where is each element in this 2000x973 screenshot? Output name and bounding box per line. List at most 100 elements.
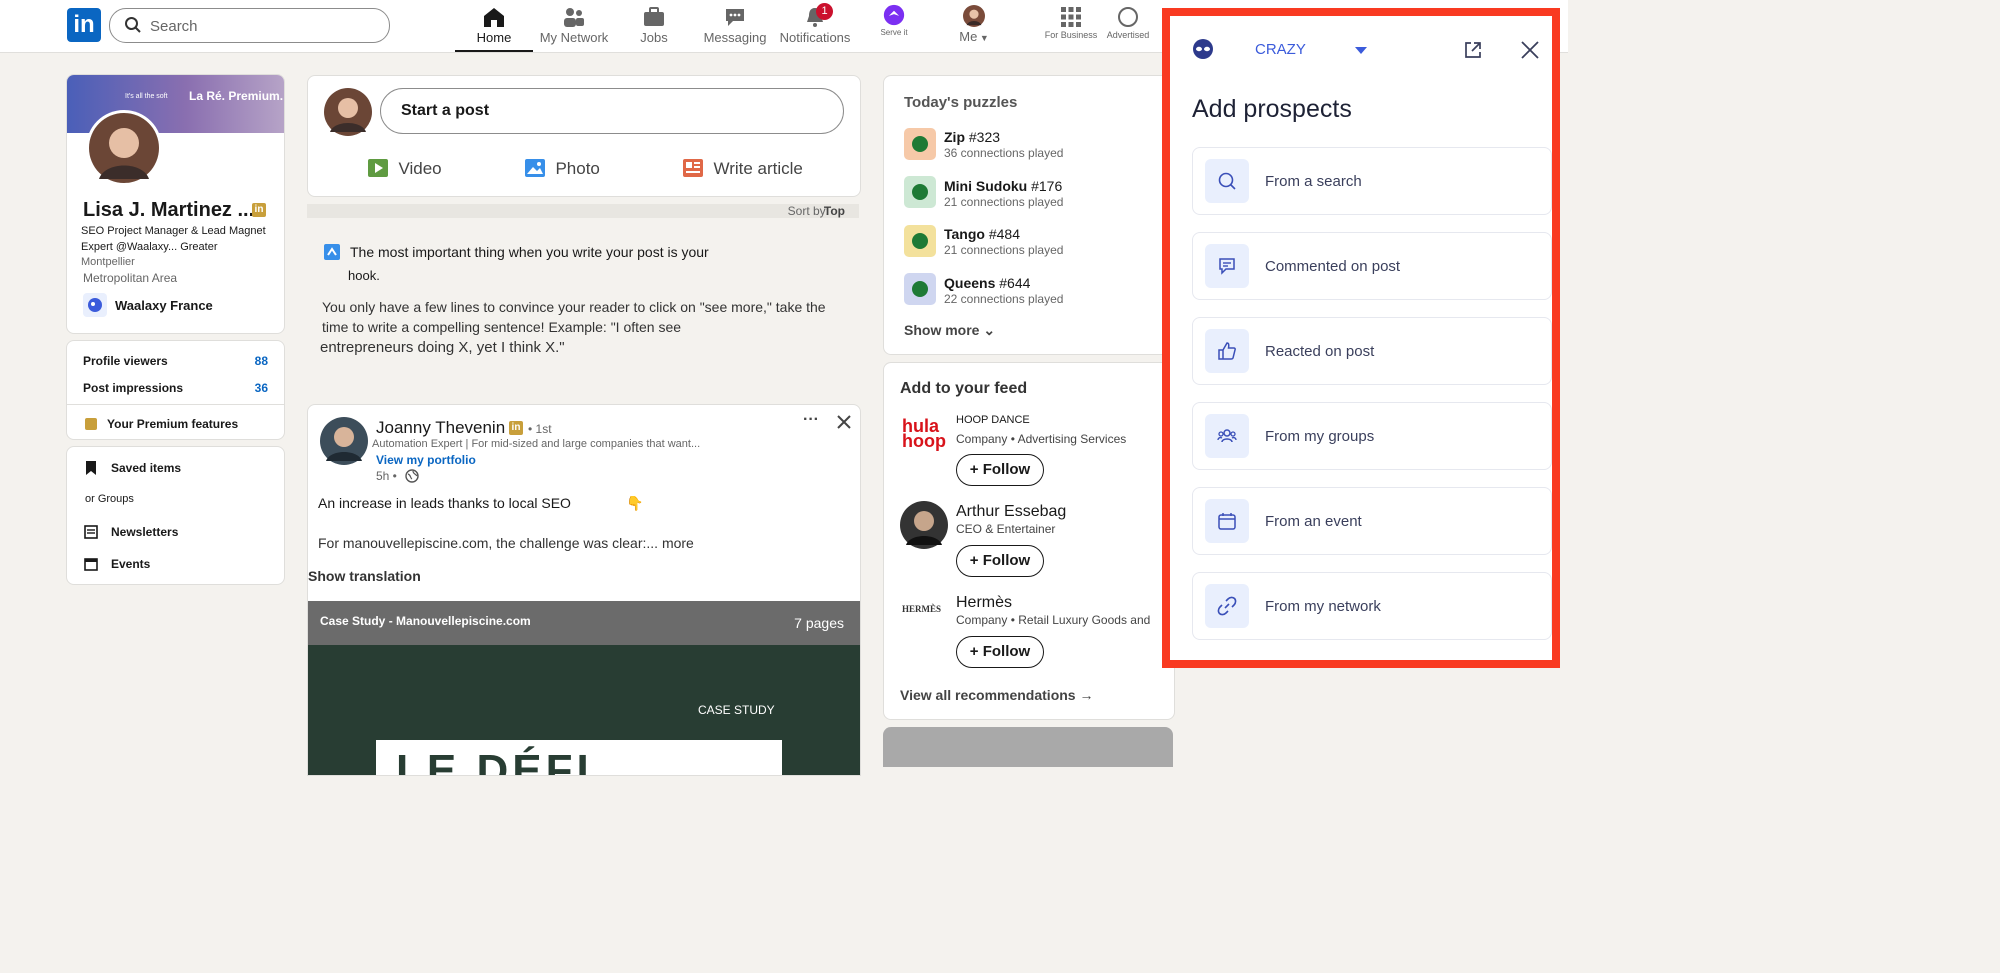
- premium-features-link[interactable]: Your Premium features: [107, 417, 238, 431]
- globe-icon: [405, 469, 419, 483]
- start-post-button[interactable]: Start a post: [380, 88, 844, 134]
- option-from-my-network[interactable]: From my network: [1192, 572, 1552, 640]
- events-link[interactable]: Events: [111, 557, 150, 571]
- nav-my-network[interactable]: My Network: [538, 0, 610, 50]
- option-commented-on-post[interactable]: Commented on post: [1192, 232, 1552, 300]
- puzzle-number: #323: [968, 129, 1001, 145]
- write-article-button[interactable]: Write article: [683, 159, 803, 179]
- puzzle-name: Queens: [944, 275, 996, 291]
- grid-apps-icon: [1061, 7, 1081, 27]
- article-icon: [683, 159, 703, 177]
- post-impressions-label[interactable]: Post impressions: [83, 381, 183, 395]
- tango-puzzle-icon[interactable]: [904, 225, 936, 257]
- nav-notifications[interactable]: 1 Notifications: [776, 0, 854, 50]
- nav-advertised-label: Advertised: [1106, 30, 1150, 40]
- profile-company[interactable]: Waalaxy France: [115, 298, 213, 313]
- post-text-2[interactable]: For manouvellepiscine.com, the challenge…: [318, 535, 694, 551]
- groups-link[interactable]: or Groups: [85, 493, 134, 505]
- sort-label: Sort by:: [787, 204, 829, 218]
- notification-badge: 1: [816, 3, 833, 20]
- add-prospects-panel: CRAZY Add prospects From a search Commen…: [1162, 8, 1560, 668]
- nav-home-label: Home: [476, 30, 512, 45]
- feed-item-name[interactable]: Hermès: [956, 594, 1012, 612]
- nav-home[interactable]: Home: [455, 0, 533, 52]
- comment-icon: [1219, 258, 1235, 275]
- account-selector[interactable]: CRAZY: [1255, 41, 1306, 58]
- option-from-a-search[interactable]: From a search: [1192, 147, 1552, 215]
- puzzle-sub: 21 connections played: [944, 243, 1064, 257]
- document-preview[interactable]: CASE STUDY LE DÉFI: [308, 645, 860, 775]
- linkedin-logo-icon[interactable]: in: [67, 8, 101, 42]
- show-more-button[interactable]: Show more ⌄: [904, 322, 995, 339]
- post-author-name[interactable]: Joanny Thevenin: [376, 418, 505, 438]
- nav-serve-it[interactable]: Serve it: [870, 0, 918, 50]
- follow-button[interactable]: + Follow: [956, 545, 1044, 577]
- close-icon[interactable]: [837, 415, 851, 429]
- serve-it-logo-icon: [883, 4, 905, 26]
- bookmark-icon: [86, 461, 96, 475]
- profile-avatar[interactable]: [85, 109, 163, 187]
- puzzle-number: #176: [1031, 178, 1063, 194]
- sudoku-puzzle-icon[interactable]: [904, 176, 936, 208]
- nav-messaging[interactable]: Messaging: [700, 0, 770, 50]
- feed-item-name[interactable]: Arthur Essebag: [956, 503, 1066, 521]
- nav-me[interactable]: Me ▼: [950, 0, 998, 50]
- follow-button[interactable]: + Follow: [956, 636, 1044, 668]
- option-label: From my network: [1265, 598, 1381, 615]
- profile-stats-card: Profile viewers 88 Post impressions 36 Y…: [66, 340, 285, 440]
- puzzle-mini-sudoku[interactable]: Mini Sudoku #176: [944, 178, 1062, 194]
- option-from-an-event[interactable]: From an event: [1192, 487, 1552, 555]
- newsletters-link[interactable]: Newsletters: [111, 525, 178, 539]
- close-icon[interactable]: [1520, 40, 1540, 60]
- puzzle-queens[interactable]: Queens #644: [944, 275, 1030, 291]
- premium-badge-icon: in: [509, 421, 523, 435]
- open-external-icon[interactable]: [1463, 40, 1483, 60]
- video-button[interactable]: Video: [368, 159, 442, 179]
- dropdown-caret-icon[interactable]: [1354, 46, 1368, 55]
- show-translation-link[interactable]: Show translation: [308, 568, 421, 584]
- messaging-icon: [726, 9, 744, 26]
- document-title: Case Study - Manouvellepiscine.com: [320, 614, 531, 628]
- feed-item-name[interactable]: HOOP DANCE: [956, 414, 1030, 426]
- saved-items-link[interactable]: Saved items: [111, 461, 181, 475]
- nav-jobs[interactable]: Jobs: [628, 0, 680, 50]
- more-options-icon[interactable]: ···: [803, 411, 819, 429]
- follow-button[interactable]: + Follow: [956, 454, 1044, 486]
- photo-button[interactable]: Photo: [525, 159, 600, 179]
- nav-jobs-label: Jobs: [640, 30, 668, 45]
- view-all-recommendations-link[interactable]: View all recommendations →: [900, 687, 1093, 703]
- document-headline: LE DÉFI: [396, 746, 593, 776]
- follow-label: Follow: [982, 552, 1031, 569]
- tip-icon: [324, 244, 340, 260]
- sort-value-dropdown[interactable]: Top: [824, 204, 845, 218]
- option-from-my-groups[interactable]: From my groups: [1192, 402, 1552, 470]
- zip-puzzle-icon[interactable]: [904, 128, 936, 160]
- puzzles-title: Today's puzzles: [904, 94, 1018, 111]
- nav-for-business[interactable]: For Business: [1040, 0, 1102, 50]
- profile-name[interactable]: Lisa J. Martinez ...: [83, 199, 254, 222]
- nav-advertised[interactable]: Advertised: [1100, 0, 1156, 50]
- profile-location-1: Montpellier: [81, 256, 135, 268]
- option-label: Reacted on post: [1265, 343, 1375, 360]
- post-author-avatar[interactable]: [320, 417, 368, 465]
- profile-viewers-label[interactable]: Profile viewers: [83, 354, 168, 368]
- view-portfolio-link[interactable]: View my portfolio: [376, 453, 476, 467]
- search-input[interactable]: Search: [109, 8, 390, 43]
- queens-puzzle-icon[interactable]: [904, 273, 936, 305]
- arthur-essebag-avatar[interactable]: [900, 501, 948, 549]
- thumbs-up-icon: [1218, 342, 1236, 360]
- puzzle-tango[interactable]: Tango #484: [944, 226, 1020, 242]
- profile-location-2: Metropolitan Area: [83, 271, 178, 285]
- add-to-feed-card: Add to your feed hula hoop HOOP DANCE Co…: [883, 362, 1175, 720]
- tip-line-1: The most important thing when you write …: [350, 244, 709, 260]
- document-header: Case Study - Manouvellepiscine.com 7 pag…: [308, 601, 860, 645]
- groups-icon: [1217, 429, 1237, 443]
- banner-small-text: It's all the soft: [125, 93, 168, 100]
- puzzle-number: #484: [988, 226, 1021, 242]
- option-reacted-on-post[interactable]: Reacted on post: [1192, 317, 1552, 385]
- puzzle-name: Zip: [944, 129, 965, 145]
- advertise-icon: [1118, 7, 1138, 27]
- puzzle-zip[interactable]: Zip #323: [944, 129, 1000, 145]
- view-all-label: View all recommendations: [900, 687, 1076, 703]
- nav-me-label: Me: [959, 29, 978, 44]
